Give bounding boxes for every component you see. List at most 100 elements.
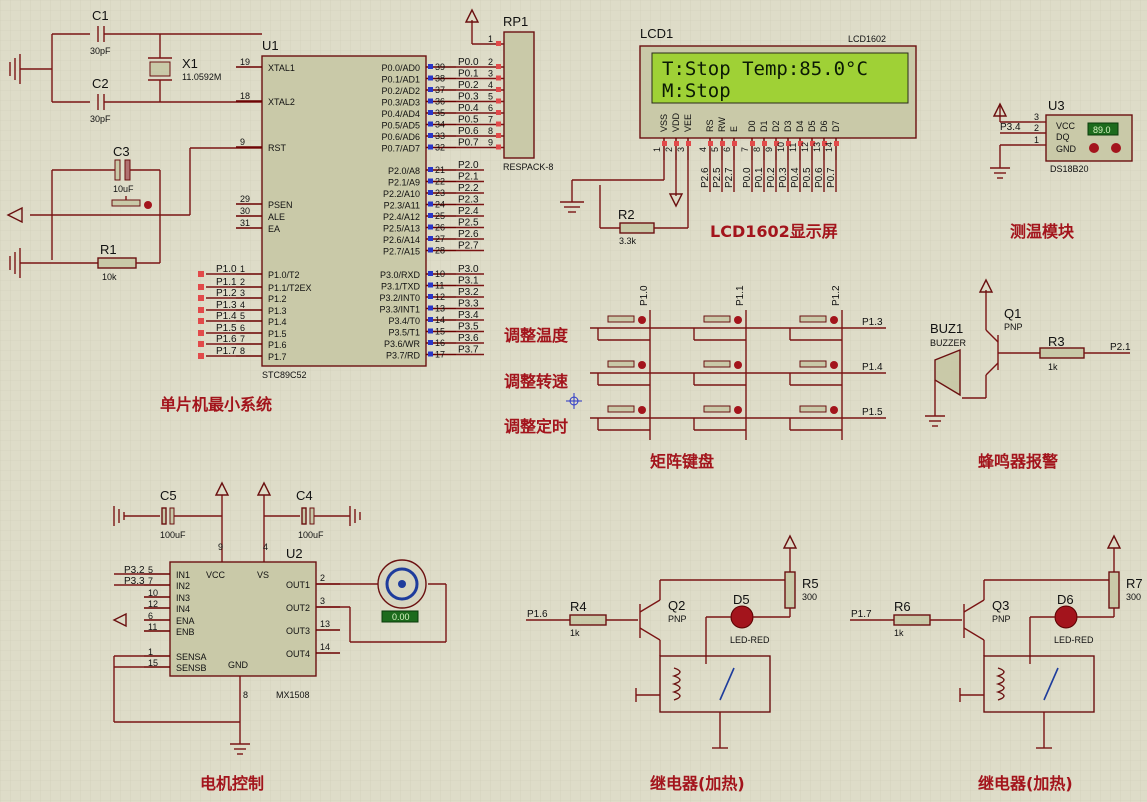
mcu-port-net-label: P0.0 <box>458 57 479 68</box>
relay-led-resistor[interactable] <box>1108 571 1120 609</box>
key-button-5[interactable] <box>703 360 731 368</box>
pin-marker <box>428 133 433 138</box>
mcu-port-net-label: P0.1 <box>458 69 479 80</box>
key-button-3[interactable] <box>799 315 827 323</box>
pin-marker <box>496 87 501 92</box>
q1-type: PNP <box>1004 322 1023 332</box>
mcu-pin-name: P3.4/T0 <box>388 316 420 326</box>
u2-pin-number: 11 <box>148 622 157 632</box>
u2-pin-name: SENSB <box>176 663 207 673</box>
lcd-pin-number: 11 <box>788 143 798 152</box>
section-label-mcu: 单片机最小系统 <box>160 395 272 414</box>
lcd-net-label: P2.6 <box>700 167 711 188</box>
mcu-pin-number: 18 <box>240 91 250 101</box>
mcu-port-net-label: P2.1 <box>458 172 479 183</box>
key-indicator <box>830 406 838 414</box>
respack-ref: RP1 <box>503 14 528 29</box>
pin-marker <box>428 282 433 288</box>
pin-marker <box>428 201 433 207</box>
lcd-pin-number: 5 <box>710 147 720 152</box>
u2-pin-name: ENA <box>176 616 195 626</box>
c4-ref: C4 <box>296 488 313 503</box>
mcu-pin-name: P2.2/A10 <box>383 189 420 199</box>
relay-transistor-type: PNP <box>668 614 687 624</box>
lcd-line-1: T:Stop Temp:85.0°C <box>662 58 868 80</box>
r3-value: 1k <box>1048 362 1058 372</box>
temperature-reading: 89.0 <box>1093 125 1111 135</box>
pin-marker <box>496 75 501 81</box>
keypad-column-net: P1.0 <box>639 285 650 306</box>
u2-vs-label: VS <box>257 570 269 580</box>
key-button-1[interactable] <box>607 315 635 323</box>
key-button-6[interactable] <box>799 360 827 368</box>
pin-marker <box>428 75 433 81</box>
relay-led-ref: D6 <box>1057 592 1074 607</box>
pin-marker <box>428 64 433 69</box>
mcu-pin-number: 23 <box>435 188 445 198</box>
ds18b20-pin-num-1: 1 <box>1034 135 1039 145</box>
pin-marker <box>428 294 433 299</box>
mcu-port-net-label: P0.5 <box>458 115 479 126</box>
buzz1-model: BUZZER <box>930 338 967 348</box>
ds18b20-pin-gnd: GND <box>1056 144 1077 154</box>
keypad-column-net: P1.2 <box>831 285 842 306</box>
resistor-r2[interactable] <box>619 222 655 234</box>
key-button-9[interactable] <box>799 405 827 413</box>
key-button-2[interactable] <box>703 315 731 323</box>
mcu-pin-name: P0.3/AD3 <box>381 98 420 108</box>
lcd-pin-number: 1 <box>652 147 662 152</box>
keypad-row-label-3: 调整定时 <box>504 417 568 436</box>
pin-marker <box>496 64 501 69</box>
mcu-pin-name: P0.0/AD0 <box>381 63 420 73</box>
mcu-pin-name: P1.5 <box>268 329 287 339</box>
motor-icon[interactable] <box>377 559 427 609</box>
mcu-port-net-label: P0.6 <box>458 126 479 137</box>
r2-value: 3.3k <box>619 236 637 246</box>
u2-pin-name: OUT2 <box>286 603 310 613</box>
mcu-pin-name: P2.3/A11 <box>384 201 420 211</box>
mcu-pin-name: P2.1/A9 <box>388 178 420 188</box>
lcd-pin-number: 14 <box>824 142 834 152</box>
relay-net-label: P1.6 <box>527 609 548 620</box>
lcd-pin-number: 4 <box>698 147 708 152</box>
pin-marker <box>428 98 433 104</box>
key-button-4[interactable] <box>607 360 635 368</box>
relay-base-resistor[interactable] <box>569 614 607 626</box>
mcu-pin-name: P2.0/A8 <box>388 166 420 176</box>
ds18b20-pin-num-2: 2 <box>1034 123 1039 133</box>
pin-marker <box>428 110 433 115</box>
key-button-8[interactable] <box>703 405 731 413</box>
lcd-pin-name: D0 <box>747 120 757 132</box>
pin-marker <box>428 340 433 345</box>
mcu-port1-net-label: P1.7 <box>216 346 237 357</box>
lcd-pin-name: VEE <box>683 114 693 132</box>
u2-pin-number: 1 <box>148 647 153 657</box>
u2-pin-number: 13 <box>320 619 330 629</box>
ds18b20-ref: U3 <box>1048 98 1065 113</box>
mcu-pin-name: P2.5/A13 <box>383 224 420 234</box>
temp-up-button[interactable] <box>1111 143 1121 153</box>
u2-pin-name: IN2 <box>176 581 190 591</box>
mcu-port-net-label: P0.7 <box>458 138 479 149</box>
mcu-pin-number: 38 <box>435 74 445 84</box>
lcd-pin-number: 10 <box>776 142 786 152</box>
mcu-pin-number: 5 <box>240 311 245 321</box>
section-label-buzzer: 蜂鸣器报警 <box>978 452 1058 471</box>
relay-base-resistor[interactable] <box>893 614 931 626</box>
mcu-pin-number: 39 <box>435 62 445 72</box>
respack-pin-number: 3 <box>488 69 493 79</box>
relay-led-resistor[interactable] <box>784 571 796 609</box>
respack-pin-number: 7 <box>488 115 493 125</box>
respack-pin-number: 6 <box>488 103 493 113</box>
pin-marker <box>428 271 433 276</box>
schematic-canvas[interactable]: C1 30pF C2 30pF X1 11.0592M C3 10uF R1 1… <box>0 0 1147 802</box>
relay-led-resistor-value: 300 <box>1126 592 1141 602</box>
pin-marker <box>750 141 755 146</box>
pin-marker <box>198 295 204 301</box>
temp-down-button[interactable] <box>1089 143 1099 153</box>
lcd-net-label: P0.0 <box>742 167 753 188</box>
pin-marker <box>496 144 501 150</box>
pin-marker <box>686 141 691 146</box>
key-button-7[interactable] <box>607 405 635 413</box>
key-indicator <box>734 361 742 369</box>
